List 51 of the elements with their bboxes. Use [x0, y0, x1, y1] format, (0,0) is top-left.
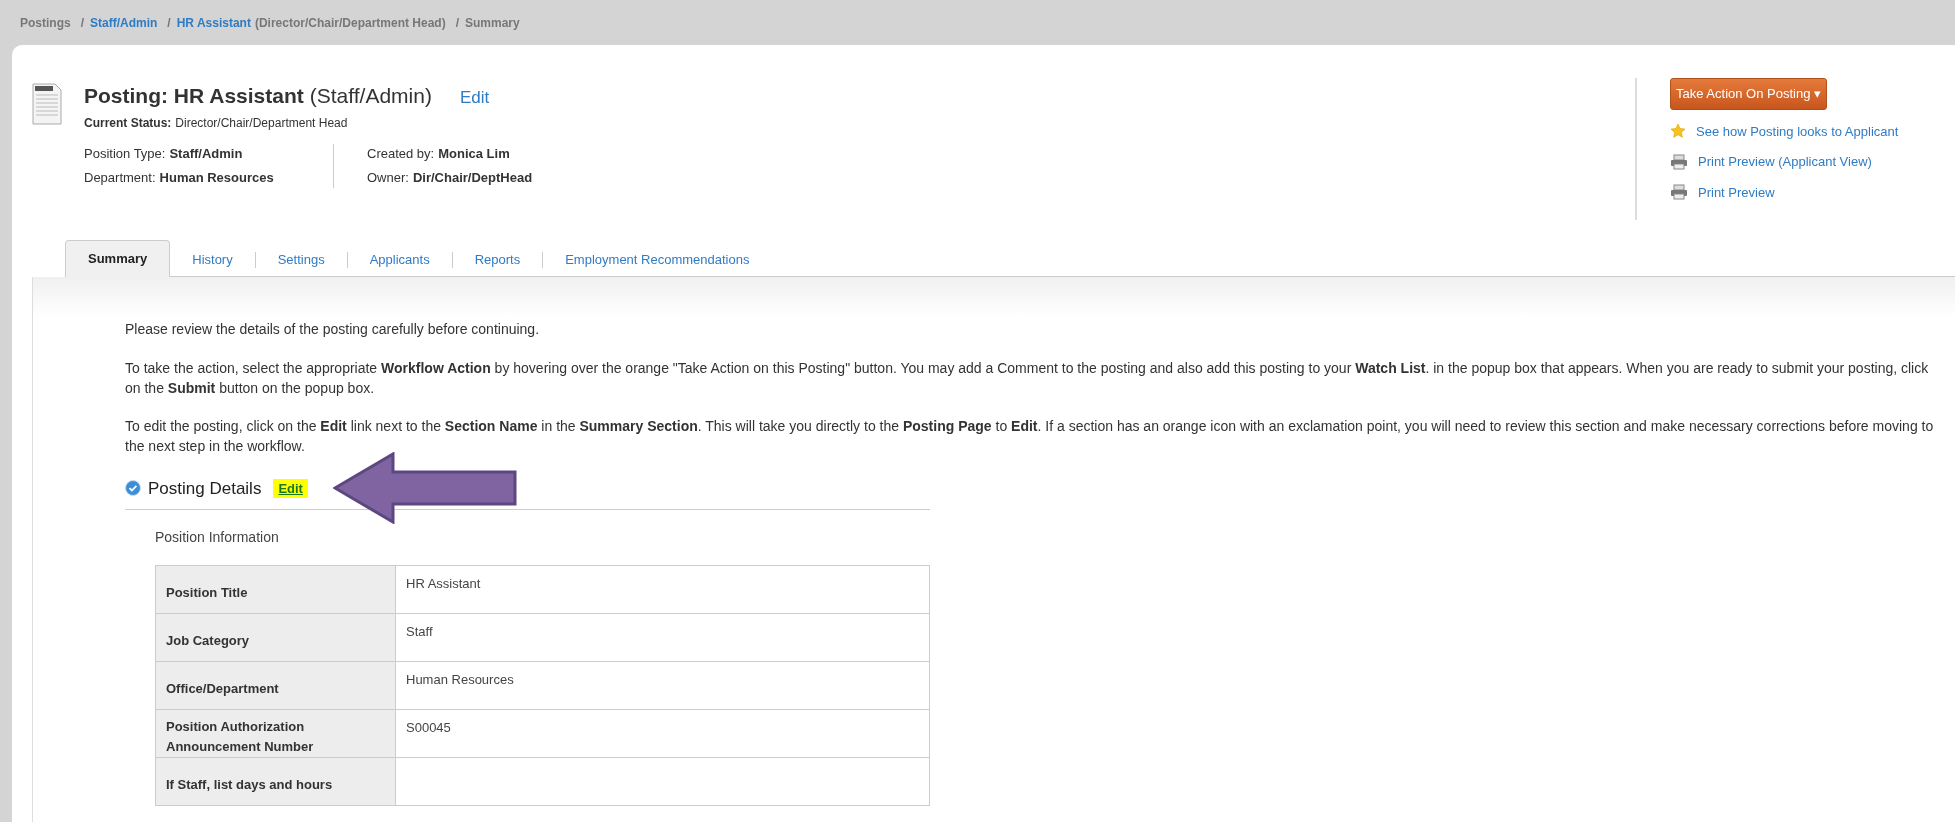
meta-value: Monica Lim [438, 144, 510, 163]
meta-label: Owner: [367, 169, 409, 187]
meta-label: Created by: [367, 144, 435, 163]
check-icon [125, 480, 141, 497]
edit-link[interactable]: Edit [459, 85, 490, 111]
field-value: Human Resources [395, 661, 930, 710]
intro-paragraph: Please review the details of the posting carefully before continuing. [125, 319, 541, 339]
breadcrumb-separator: / [455, 14, 459, 32]
action-link[interactable]: Print Preview [1698, 182, 1775, 202]
tab[interactable]: Settings [255, 244, 347, 276]
section-edit-link[interactable]: Edit [273, 478, 308, 498]
printer-icon [1670, 184, 1688, 201]
tab[interactable]: History [170, 244, 255, 276]
field-label: Job Category [155, 613, 396, 662]
breadcrumb-separator: / [80, 14, 84, 32]
breadcrumb-link[interactable]: HR Assistant [176, 13, 251, 32]
take-action-button[interactable]: Take Action On Posting ▾ [1670, 78, 1828, 110]
action-link[interactable]: See how Posting looks to Applicant [1696, 121, 1899, 141]
field-label: Position Authorization Announcement Number [155, 709, 396, 758]
meta-value: Staff/Admin [169, 144, 243, 163]
breadcrumb-text: Summary [465, 14, 520, 32]
meta-label: Department: [84, 169, 156, 187]
meta-value: Human Resources [159, 169, 274, 187]
meta-value: Dir/Chair/DeptHead [412, 169, 533, 187]
meta-label: Position Type: [84, 144, 166, 163]
status-label: Current Status: [84, 114, 172, 132]
star-icon [1670, 123, 1686, 140]
breadcrumb-separator: / [167, 14, 171, 32]
field-value: HR Assistant [395, 565, 930, 614]
breadcrumb-link[interactable]: Staff/Admin [90, 13, 158, 32]
posting-title: Posting: HR Assistant [84, 83, 304, 109]
field-label: If Staff, list days and hours [155, 757, 396, 806]
printer-icon [1670, 153, 1688, 170]
field-label: Position Title [155, 565, 396, 614]
subsection-title: Position Information [155, 528, 279, 547]
tab[interactable]: Applicants [347, 244, 452, 276]
field-label: Office/Department [155, 661, 396, 710]
document-icon [32, 83, 62, 125]
status-value: Director/Chair/Department Head [175, 114, 348, 132]
tab[interactable]: Employment Recommendations [543, 244, 772, 276]
field-value: S00045 [395, 709, 930, 758]
field-value: Staff [395, 613, 930, 662]
breadcrumb-text: Postings [20, 14, 71, 32]
tab[interactable]: Summary [65, 240, 171, 277]
action-link[interactable]: Print Preview (Applicant View) [1698, 152, 1872, 172]
instruction-paragraph: To take the action, select the appropriate Workflow Action by hovering over the orange "Take Action on this Posting" button. You may add a Comment to the posting and also add this posting to your Watch List. in the popup box that appears. When you are ready to submit your posting, click on the Submit button on the popup box. [125, 358, 1930, 398]
posting-type: (Staff/Admin) [309, 83, 432, 109]
breadcrumb-text: (Director/Chair/Department Head) [254, 14, 446, 32]
section-title: Posting Details [148, 477, 262, 500]
tab[interactable]: Reports [452, 244, 543, 276]
instruction-paragraph: To edit the posting, click on the Edit link next to the Section Name in the Summary Section. This will take you directly to the Posting Page to Edit. If a section has an orange icon with an exclamation point, you will need to review this section and make necessary corrections before moving to the next step in the workflow. [125, 416, 1935, 456]
